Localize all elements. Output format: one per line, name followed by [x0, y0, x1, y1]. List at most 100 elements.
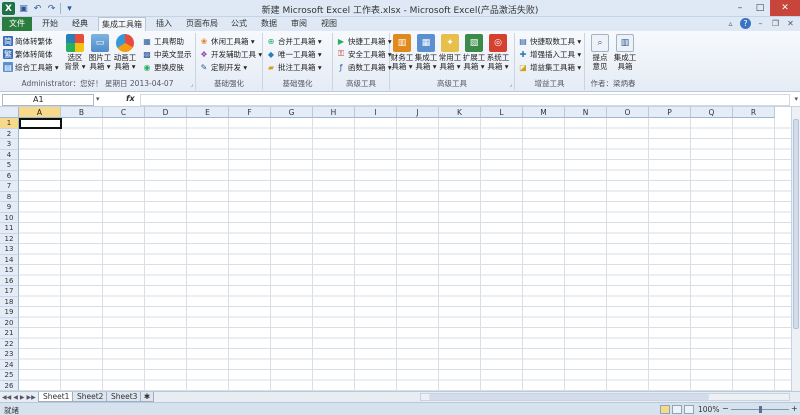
- horizontal-scroll-thumb[interactable]: [429, 394, 709, 400]
- comment-toolbox-button[interactable]: ▰ 批注工具箱 ▾: [266, 61, 322, 73]
- tab-data[interactable]: 数据: [256, 17, 282, 31]
- column-header[interactable]: C: [103, 107, 145, 118]
- tab-review[interactable]: 审阅: [286, 17, 312, 31]
- security-toolbox-button[interactable]: ⚿ 安全工具箱 ▾: [336, 48, 392, 60]
- formula-input[interactable]: [140, 94, 790, 106]
- custom-dev-button[interactable]: ✎ 定制开发 ▾: [199, 61, 248, 73]
- change-skin-button[interactable]: ◉ 更换皮肤: [142, 61, 185, 73]
- tab-home[interactable]: 开始: [36, 17, 64, 31]
- row-header[interactable]: 13: [0, 244, 19, 255]
- tab-insert[interactable]: 插入: [150, 17, 178, 31]
- customize-qat-icon[interactable]: ▾: [64, 3, 75, 14]
- tab-formulas[interactable]: 公式: [226, 17, 252, 31]
- language-toggle-button[interactable]: ▩ 中英文显示: [142, 48, 191, 60]
- help-icon[interactable]: ?: [740, 18, 751, 29]
- row-header[interactable]: 21: [0, 328, 19, 339]
- column-header[interactable]: B: [61, 107, 103, 118]
- picture-toolbox-button[interactable]: ▭ 图片工 具箱 ▾: [88, 34, 112, 71]
- column-header[interactable]: F: [229, 107, 271, 118]
- tab-page-layout[interactable]: 页面布局: [182, 17, 222, 31]
- zoom-slider[interactable]: [731, 406, 789, 413]
- addin-toolbox-button[interactable]: ◪ 增益集工具箱 ▾: [518, 61, 581, 73]
- extension-toolbox-button[interactable]: ▧ 扩展工 具箱 ▾: [462, 34, 486, 71]
- merge-toolbox-button[interactable]: ⊕ 合并工具箱 ▾: [266, 35, 322, 47]
- column-header[interactable]: D: [145, 107, 187, 118]
- row-header[interactable]: 24: [0, 359, 19, 370]
- unique-toolbox-button[interactable]: ◆ 唯一工具箱 ▾: [266, 48, 322, 60]
- select-all-corner[interactable]: [0, 107, 19, 118]
- column-header[interactable]: G: [271, 107, 313, 118]
- expand-formula-icon[interactable]: ▾: [794, 95, 798, 103]
- column-header[interactable]: R: [733, 107, 775, 118]
- shortcut-toolbox-button[interactable]: ▶ 快捷工具箱 ▾: [336, 35, 392, 47]
- column-header[interactable]: H: [313, 107, 355, 118]
- row-header[interactable]: 20: [0, 317, 19, 328]
- page-break-view-icon[interactable]: [684, 405, 694, 414]
- name-box-dropdown-icon[interactable]: ▾: [96, 95, 100, 103]
- row-header[interactable]: 19: [0, 307, 19, 318]
- row-header[interactable]: 7: [0, 181, 19, 192]
- tab-toolbox[interactable]: 集成工具箱: [98, 17, 146, 31]
- tab-file[interactable]: 文件: [2, 17, 32, 31]
- vertical-scroll-thumb[interactable]: [793, 119, 799, 329]
- sheet-tab-1[interactable]: Sheet1: [38, 392, 75, 402]
- system-toolbox-button[interactable]: ◎ 系统工 具箱 ▾: [486, 34, 510, 71]
- row-header[interactable]: 4: [0, 149, 19, 160]
- column-header[interactable]: M: [523, 107, 565, 118]
- column-header[interactable]: L: [481, 107, 523, 118]
- column-header[interactable]: E: [187, 107, 229, 118]
- selection-background-button[interactable]: 选区 背景 ▾: [63, 34, 87, 71]
- row-header[interactable]: 23: [0, 349, 19, 360]
- zoom-level[interactable]: 100%: [698, 405, 719, 414]
- traditional-to-simplified-button[interactable]: 繁 繁体转简体: [3, 48, 53, 60]
- row-header[interactable]: 25: [0, 370, 19, 381]
- column-header[interactable]: K: [439, 107, 481, 118]
- row-header[interactable]: 26: [0, 380, 19, 391]
- row-header[interactable]: 16: [0, 275, 19, 286]
- dialog-launcher-icon[interactable]: ⌟: [190, 81, 193, 88]
- row-header[interactable]: 8: [0, 191, 19, 202]
- column-header[interactable]: I: [355, 107, 397, 118]
- row-header[interactable]: 18: [0, 296, 19, 307]
- collapse-ribbon-icon[interactable]: ▵: [725, 18, 736, 29]
- page-layout-view-icon[interactable]: [672, 405, 682, 414]
- animation-toolbox-button[interactable]: 动画工 具箱 ▾: [113, 34, 137, 71]
- column-header[interactable]: A: [19, 107, 61, 118]
- horizontal-scrollbar[interactable]: [420, 393, 790, 401]
- name-box[interactable]: A1: [2, 94, 94, 106]
- tab-view[interactable]: 视图: [316, 17, 342, 31]
- finance-toolbox-button[interactable]: ▥ 财务工 具箱 ▾: [390, 34, 414, 71]
- workbook-minimize-icon[interactable]: –: [755, 18, 766, 29]
- feedback-button[interactable]: ⌕ 提点 意见: [588, 34, 612, 71]
- minimize-icon[interactable]: –: [730, 0, 750, 16]
- row-header[interactable]: 5: [0, 160, 19, 171]
- function-toolbox-button[interactable]: ƒ 函数工具箱 ▾: [336, 61, 392, 73]
- column-header[interactable]: O: [607, 107, 649, 118]
- normal-view-icon[interactable]: [660, 405, 670, 414]
- integrated-toolbox-button[interactable]: ▦ 集成工 具箱 ▾: [414, 34, 438, 71]
- quick-fetch-button[interactable]: ▤ 快捷取数工具 ▾: [518, 35, 581, 47]
- tab-classic[interactable]: 经典: [66, 17, 94, 31]
- row-header[interactable]: 15: [0, 265, 19, 276]
- sheet-tab-2[interactable]: Sheet2: [72, 392, 109, 402]
- dialog-launcher-icon[interactable]: ⌟: [509, 81, 512, 88]
- row-header[interactable]: 3: [0, 139, 19, 150]
- row-header[interactable]: 2: [0, 128, 19, 139]
- row-header[interactable]: 9: [0, 202, 19, 213]
- tool-help-button[interactable]: ▦ 工具帮助: [142, 35, 184, 47]
- general-toolbox-button[interactable]: ▤ 综合工具箱 ▾: [3, 61, 59, 73]
- row-header[interactable]: 6: [0, 170, 19, 181]
- column-header[interactable]: J: [397, 107, 439, 118]
- vertical-scrollbar[interactable]: [791, 107, 800, 391]
- zoom-slider-thumb[interactable]: [759, 406, 762, 413]
- save-icon[interactable]: ▣: [18, 3, 29, 14]
- maximize-icon[interactable]: □: [750, 0, 770, 16]
- row-header[interactable]: 11: [0, 223, 19, 234]
- column-header[interactable]: N: [565, 107, 607, 118]
- row-header[interactable]: 12: [0, 233, 19, 244]
- close-icon[interactable]: ✕: [770, 0, 800, 16]
- row-header[interactable]: 14: [0, 254, 19, 265]
- workbook-close-icon[interactable]: ✕: [785, 18, 796, 29]
- column-header[interactable]: Q: [691, 107, 733, 118]
- column-header[interactable]: P: [649, 107, 691, 118]
